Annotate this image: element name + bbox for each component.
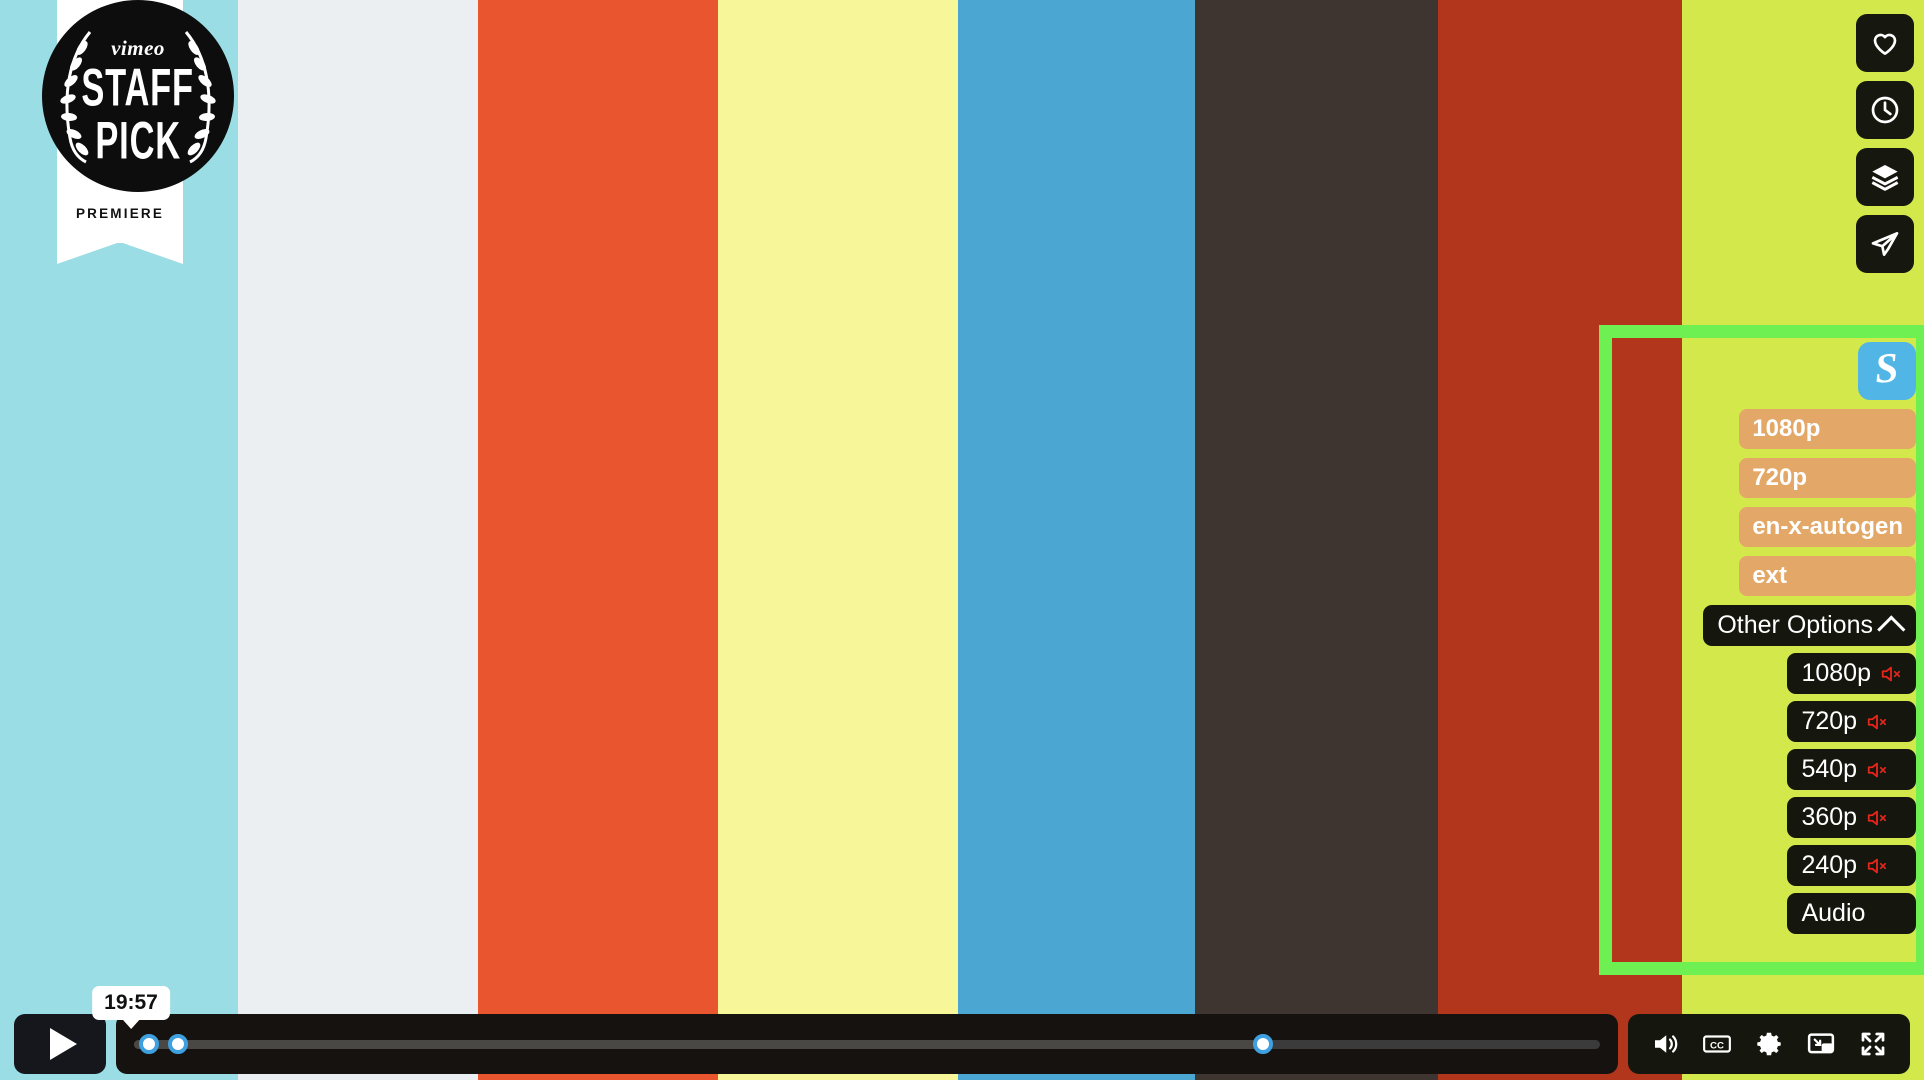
- quality-option-label: 240p: [1801, 851, 1858, 879]
- muted-icon: [1881, 666, 1901, 681]
- video-player: vimeo STAFF PICK PREMIERE S 1080p 720p e…: [0, 0, 1924, 1080]
- watch-later-button[interactable]: [1856, 81, 1914, 139]
- svg-text:CC: CC: [1710, 1040, 1724, 1051]
- color-bar-4: [958, 0, 1195, 1080]
- active-track-chip-1[interactable]: 720p: [1739, 458, 1916, 498]
- player-action-rail: [1856, 14, 1914, 273]
- fullscreen-button[interactable]: [1858, 1029, 1888, 1059]
- layers-icon: [1871, 165, 1899, 191]
- muted-icon: [1867, 714, 1887, 729]
- active-track-chips: 1080p 720p en-x-autogen ext: [1739, 409, 1916, 605]
- service-logo-button[interactable]: S: [1858, 342, 1916, 400]
- like-button[interactable]: [1856, 14, 1914, 72]
- mute-indicator: [1866, 807, 1888, 829]
- staff-pick-ribbon: vimeo STAFF PICK PREMIERE: [42, 0, 234, 264]
- playhead-handle[interactable]: [138, 1034, 159, 1054]
- quality-option-label: 540p: [1801, 755, 1858, 783]
- mute-indicator: [1880, 663, 1902, 685]
- pip-icon: [1807, 1033, 1835, 1054]
- pip-button[interactable]: [1806, 1029, 1836, 1059]
- quality-option-audio[interactable]: Audio: [1787, 893, 1916, 934]
- quality-option-label: Audio: [1801, 899, 1866, 927]
- staff-pick-badge: vimeo STAFF PICK PREMIERE: [42, 0, 234, 264]
- quality-option-360p[interactable]: 360p: [1787, 797, 1916, 838]
- quality-overlay-menu: S 1080p 720p en-x-autogen ext Other Options…: [1616, 342, 1916, 941]
- quality-option-240p[interactable]: 240p: [1787, 845, 1916, 886]
- quality-option-label: 360p: [1801, 803, 1858, 831]
- play-icon: [49, 1028, 77, 1060]
- quality-option-label: 1080p: [1801, 659, 1871, 687]
- captions-button[interactable]: CC: [1702, 1029, 1732, 1059]
- seek-bar[interactable]: 19:57: [92, 986, 1618, 1074]
- volume-button[interactable]: [1650, 1029, 1680, 1059]
- muted-icon: [1867, 762, 1887, 777]
- mute-indicator: [1866, 711, 1888, 733]
- active-track-chip-3[interactable]: ext: [1739, 556, 1916, 596]
- color-bar-5: [1195, 0, 1438, 1080]
- muted-icon: [1867, 858, 1887, 873]
- premiere-label: PREMIERE: [75, 206, 165, 221]
- collections-button[interactable]: [1856, 148, 1914, 206]
- color-bar-2: [478, 0, 718, 1080]
- player-control-bar: 19:57 CC: [0, 986, 1924, 1080]
- play-button[interactable]: [14, 1014, 106, 1074]
- quality-option-720p[interactable]: 720p: [1787, 701, 1916, 742]
- active-track-chip-0[interactable]: 1080p: [1739, 409, 1916, 449]
- service-logo-letter: S: [1873, 345, 1901, 393]
- paper-plane-icon: [1871, 232, 1899, 256]
- quality-options-list: 1080p 720p 540p 360p 240p Audio: [1787, 653, 1916, 941]
- quality-option-540p[interactable]: 540p: [1787, 749, 1916, 790]
- seek-track[interactable]: [134, 1034, 1600, 1054]
- chevron-up-icon: [1877, 614, 1906, 644]
- other-options-label: Other Options: [1717, 611, 1873, 639]
- settings-button[interactable]: [1754, 1029, 1784, 1059]
- color-bar-3: [718, 0, 958, 1080]
- buffered-range: [134, 1039, 1263, 1049]
- time-tooltip: 19:57: [92, 986, 170, 1020]
- active-track-chip-2[interactable]: en-x-autogen: [1739, 507, 1916, 547]
- mute-indicator: [1866, 855, 1888, 877]
- player-right-controls: CC: [1628, 1014, 1910, 1074]
- quality-option-label: 720p: [1801, 707, 1858, 735]
- volume-icon: [1655, 1035, 1678, 1053]
- muted-icon: [1867, 810, 1887, 825]
- color-bar-1: [238, 0, 478, 1080]
- scrub-handle[interactable]: [167, 1034, 188, 1054]
- quality-option-1080p[interactable]: 1080p: [1787, 653, 1916, 694]
- share-button[interactable]: [1856, 215, 1914, 273]
- fullscreen-icon: [1861, 1032, 1885, 1056]
- buffered-end-handle[interactable]: [1252, 1034, 1273, 1054]
- heart-icon: [1873, 33, 1897, 55]
- cc-icon: CC: [1703, 1035, 1731, 1053]
- clock-icon: [1871, 96, 1899, 124]
- gear-icon: [1757, 1032, 1781, 1056]
- other-options-button[interactable]: Other Options: [1703, 605, 1916, 646]
- mute-indicator: [1866, 759, 1888, 781]
